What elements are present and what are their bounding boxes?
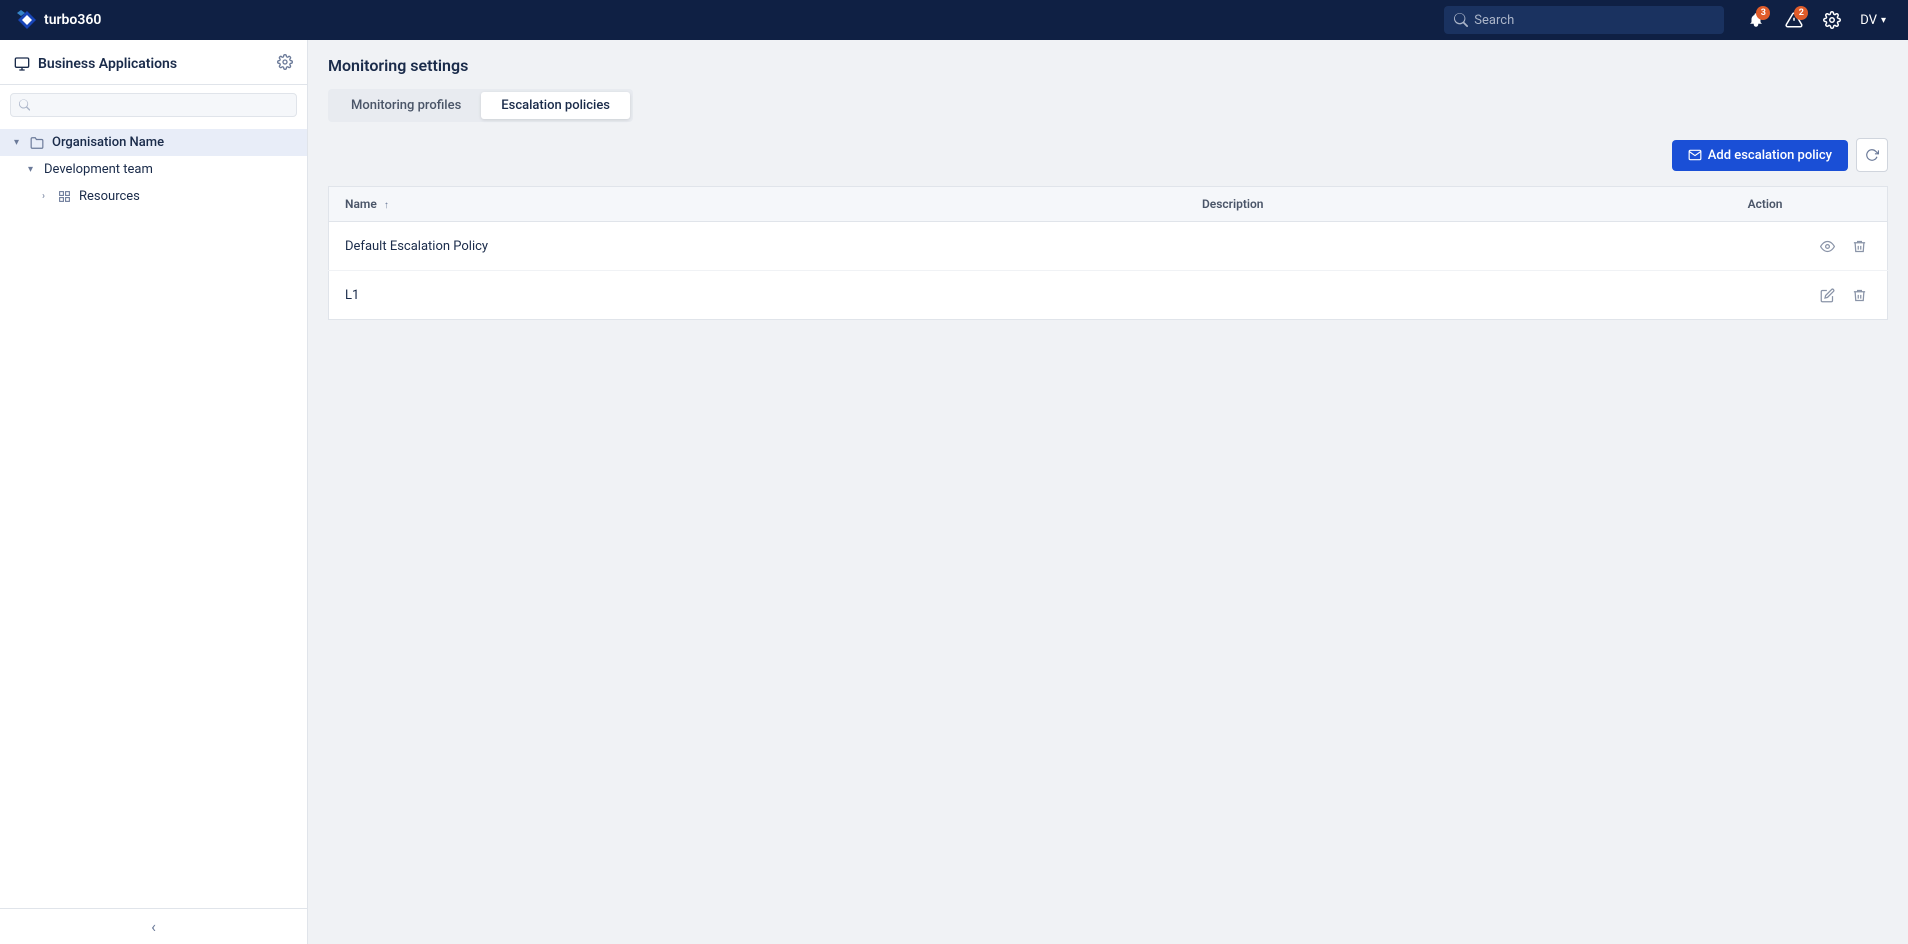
search-input[interactable] [1474, 13, 1714, 28]
content-header: Monitoring settings Monitoring profiles … [308, 40, 1908, 122]
eye-icon [1820, 239, 1835, 254]
view-button-row-1[interactable] [1815, 234, 1839, 258]
alerts-button[interactable]: 2 [1778, 4, 1810, 36]
sidebar-gear-icon [277, 54, 293, 70]
table-toolbar: Add escalation policy [328, 138, 1888, 172]
sidebar: Business Applications ▾ Orga [0, 40, 308, 944]
app-name: turbo360 [44, 12, 101, 28]
sidebar-search-icon [19, 99, 30, 111]
tab-monitoring-profiles[interactable]: Monitoring profiles [331, 92, 481, 119]
tab-bar: Monitoring profiles Escalation policies [328, 89, 633, 122]
row-1-name: Default Escalation Policy [329, 222, 1186, 271]
content-area: Monitoring settings Monitoring profiles … [308, 40, 1908, 944]
page-title: Monitoring settings [328, 56, 1888, 75]
organisation-chevron-icon: ▾ [14, 137, 26, 148]
sidebar-search[interactable] [10, 93, 297, 117]
sidebar-item-resources[interactable]: › Resources [0, 183, 307, 210]
devteam-chevron-icon: ▾ [28, 164, 40, 175]
row-2-description [1186, 271, 1732, 320]
refresh-button[interactable] [1856, 138, 1888, 172]
grid-icon [58, 190, 71, 203]
user-chevron-icon: ▾ [1881, 15, 1886, 26]
sidebar-settings-button[interactable] [277, 54, 293, 74]
main-layout: Business Applications ▾ Orga [0, 40, 1908, 944]
edit-icon [1820, 288, 1835, 303]
table-row: Default Escalation Policy [329, 222, 1888, 271]
escalation-policies-table: Name ↑ Description Action Default Escala… [328, 186, 1888, 320]
app-logo: turbo360 [16, 9, 101, 31]
folder-icon [30, 136, 44, 150]
business-applications-icon [14, 56, 30, 72]
search-icon [1454, 13, 1468, 27]
sidebar-collapse-button[interactable]: ‹ [0, 908, 307, 944]
collapse-icon: ‹ [151, 917, 156, 936]
add-escalation-policy-button[interactable]: Add escalation policy [1672, 140, 1848, 171]
email-icon [1688, 148, 1702, 162]
sidebar-item-development-team[interactable]: ▾ Development team [0, 156, 307, 183]
refresh-icon [1865, 148, 1879, 162]
name-sort-icon: ↑ [384, 200, 389, 211]
settings-button[interactable] [1816, 4, 1848, 36]
notifications-button[interactable]: 3 [1740, 4, 1772, 36]
notifications-badge: 3 [1756, 6, 1770, 20]
organisation-label: Organisation Name [52, 135, 164, 150]
user-menu[interactable]: DV ▾ [1854, 9, 1892, 32]
table-row: L1 [329, 271, 1888, 320]
delete-button-row-2[interactable] [1847, 283, 1871, 307]
row-2-actions [1732, 271, 1888, 320]
turbo360-logo-icon [16, 9, 38, 31]
column-header-name[interactable]: Name ↑ [329, 187, 1186, 222]
table-header: Name ↑ Description Action [329, 187, 1888, 222]
sidebar-title-text: Business Applications [38, 56, 177, 72]
row-1-description [1186, 222, 1732, 271]
delete-button-row-1[interactable] [1847, 234, 1871, 258]
sidebar-header: Business Applications [0, 40, 307, 85]
devteam-label: Development team [44, 162, 153, 177]
sidebar-title: Business Applications [14, 56, 177, 72]
column-header-description: Description [1186, 187, 1732, 222]
user-initials: DV [1860, 13, 1877, 28]
tab-escalation-policies[interactable]: Escalation policies [481, 92, 630, 119]
table-body: Default Escalation Policy [329, 222, 1888, 320]
column-header-action: Action [1732, 187, 1888, 222]
top-navigation: turbo360 3 2 DV [0, 0, 1908, 40]
edit-button-row-2[interactable] [1815, 283, 1839, 307]
trash-icon [1852, 239, 1867, 254]
trash-icon [1852, 288, 1867, 303]
row-2-name: L1 [329, 271, 1186, 320]
alerts-badge: 2 [1794, 6, 1808, 20]
table-section: Add escalation policy Name ↑ [308, 122, 1908, 944]
gear-icon [1823, 11, 1841, 29]
sidebar-tree: ▾ Organisation Name ▾ Development team ›… [0, 125, 307, 908]
sidebar-item-organisation[interactable]: ▾ Organisation Name [0, 129, 307, 156]
resources-label: Resources [79, 189, 140, 204]
global-search[interactable] [1444, 6, 1724, 34]
resources-chevron-icon: › [42, 191, 54, 202]
add-button-label: Add escalation policy [1708, 148, 1832, 163]
nav-actions: 3 2 DV ▾ [1740, 4, 1892, 36]
sidebar-search-input[interactable] [36, 98, 288, 112]
row-1-actions [1732, 222, 1888, 271]
